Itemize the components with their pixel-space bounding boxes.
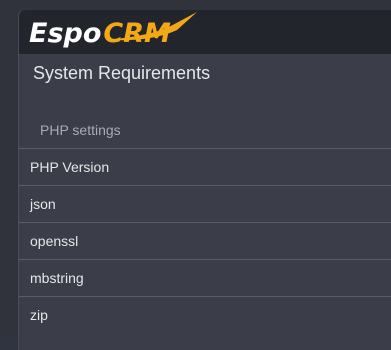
- requirement-row-php-version: PHP Version: [19, 148, 391, 185]
- requirement-row-json: json: [19, 185, 391, 222]
- logo-swoosh-icon: [107, 12, 197, 41]
- requirement-row-openssl: openssl: [19, 222, 391, 259]
- requirement-label: zip: [30, 307, 48, 323]
- requirement-row-zip: zip: [19, 296, 391, 333]
- php-settings-label: PHP settings: [40, 122, 121, 138]
- php-requirements-list: PHP Version json openssl mbstring zip: [19, 148, 391, 333]
- panel-header: Espo CRM: [19, 10, 391, 54]
- logo-text-espo: Espo: [29, 17, 102, 49]
- espocrm-logo: Espo CRM: [29, 12, 197, 50]
- requirement-label: openssl: [30, 233, 79, 249]
- install-panel: Espo CRM System Requirements PHP setting…: [18, 10, 391, 350]
- requirement-row-mbstring: mbstring: [19, 259, 391, 296]
- page-title: System Requirements: [33, 63, 211, 83]
- requirement-label: json: [30, 196, 56, 212]
- requirement-label: mbstring: [30, 270, 84, 286]
- requirement-label: PHP Version: [30, 159, 110, 175]
